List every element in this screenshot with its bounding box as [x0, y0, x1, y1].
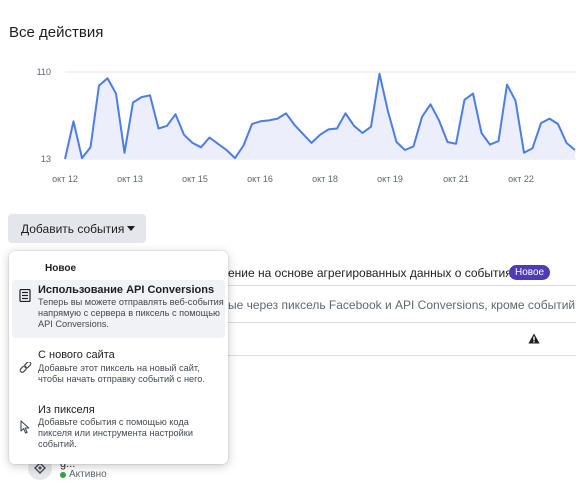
row-divider	[228, 322, 576, 323]
menu-section-header: Новое	[45, 263, 77, 274]
menu-item-description: Добавьте события с помощью кода пикселя …	[38, 417, 193, 449]
x-tick-label: окт 12	[52, 174, 78, 184]
status-label: Активно	[69, 469, 107, 480]
x-tick-label: окт 21	[443, 174, 469, 184]
menu-item-title: Использование API Conversions	[38, 284, 215, 296]
link-icon	[18, 361, 32, 375]
y-tick-label: 110	[37, 67, 51, 77]
menu-item-title: Из пикселя	[38, 404, 95, 416]
row-divider	[228, 355, 576, 356]
x-tick-label: окт 15	[182, 174, 208, 184]
menu-item-from-pixel[interactable]: Из пикселя Добавьте события с помощью ко…	[12, 400, 225, 458]
menu-item-description: Добавьте этот пиксель на новый сайт, что…	[38, 363, 205, 384]
x-tick-label: окт 18	[312, 174, 338, 184]
x-tick-label: окт 19	[377, 174, 403, 184]
chart-area	[65, 73, 575, 159]
row-divider	[228, 285, 576, 286]
x-tick-label: окт 16	[247, 174, 273, 184]
x-tick-label: окт 13	[117, 174, 143, 184]
add-events-label: Добавить события	[21, 221, 125, 236]
menu-item-api-conversions[interactable]: Использование API Conversions Теперь вы …	[12, 280, 225, 338]
new-badge: Новое	[509, 265, 551, 280]
chart-y-axis: 110 13	[37, 67, 51, 164]
menu-item-description: Теперь вы можете отправлять веб-события …	[38, 297, 224, 329]
pixel-status: Активно	[60, 469, 107, 480]
aggregated-events-text: ение на основе агрегированных данных о с…	[228, 266, 518, 280]
events-source-text: ые через пиксель Facebook и API Conversi…	[228, 298, 576, 312]
server-icon	[18, 288, 32, 302]
menu-item-new-website[interactable]: С нового сайта Добавьте этот пиксель на …	[12, 346, 225, 392]
x-tick-label: окт 22	[508, 174, 534, 184]
events-page: Все действия 110 13 окт 12 окт 13 окт 15 окт…	[0, 0, 576, 489]
warning-icon[interactable]	[528, 333, 540, 347]
add-events-dropdown-menu: Новое Использование API Conversions Тепе…	[9, 251, 228, 464]
add-events-button[interactable]: Добавить события	[8, 214, 146, 243]
menu-item-title: С нового сайта	[38, 349, 115, 361]
caret-down-icon	[127, 226, 135, 231]
status-dot-icon	[60, 471, 66, 478]
events-chart: 11013 окт 12 окт 13 окт 15 окт 16 окт 18 окт …	[37, 67, 576, 184]
cursor-click-icon	[18, 420, 32, 434]
chart-x-axis: окт 12 окт 13 окт 15 окт 16 окт 18 окт 19 окт …	[52, 174, 534, 184]
y-tick-label: 13	[41, 154, 51, 164]
